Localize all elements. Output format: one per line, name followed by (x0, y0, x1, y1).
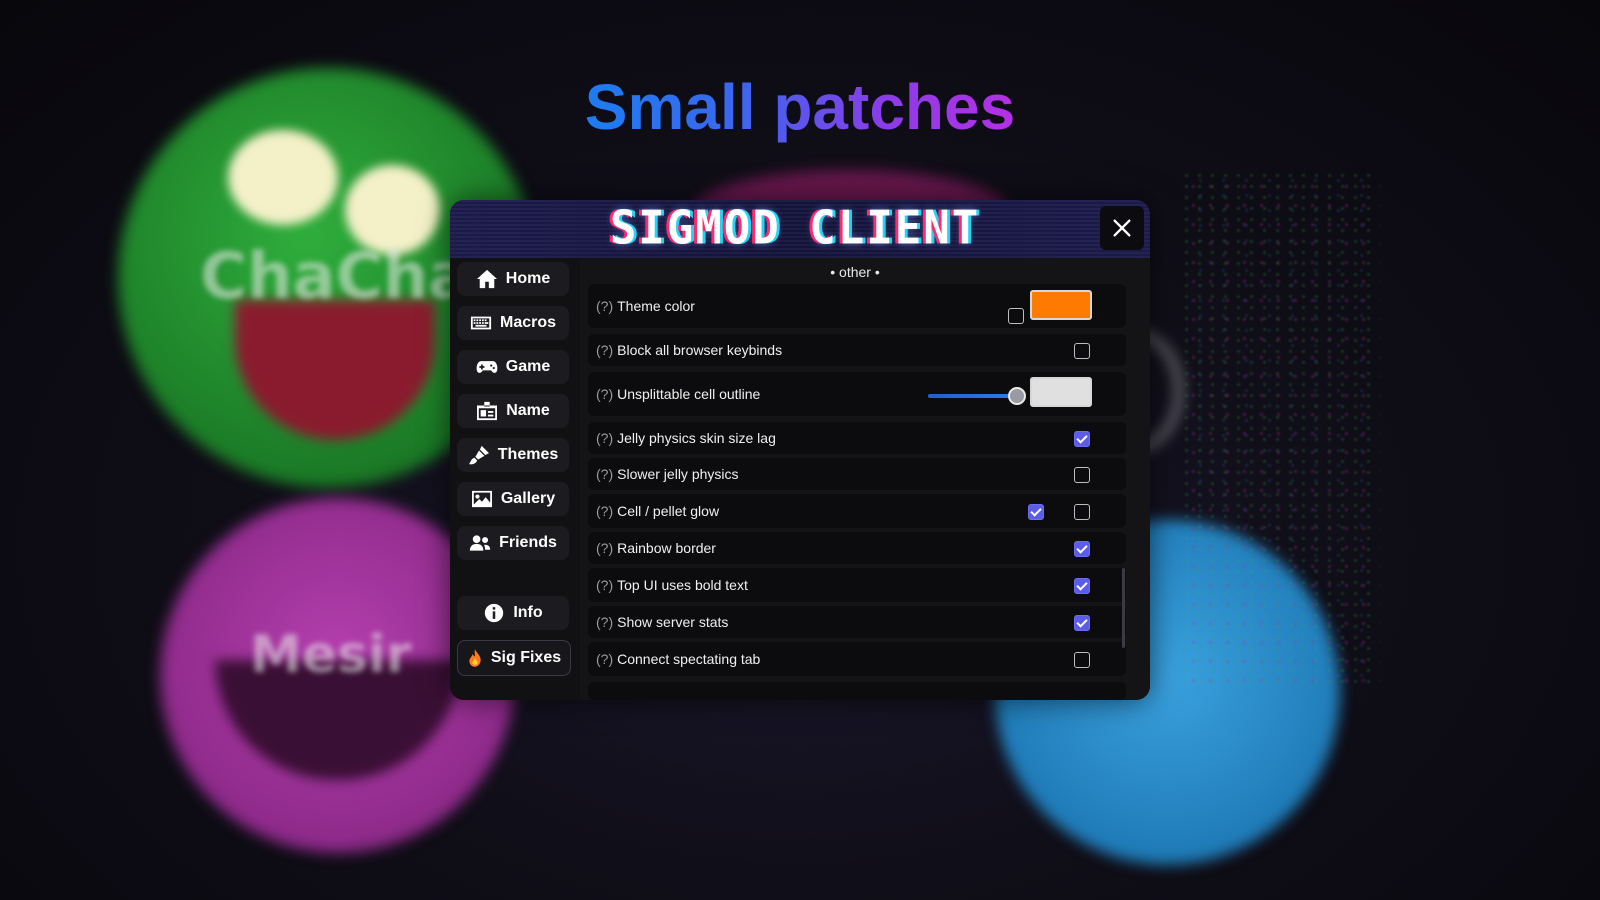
setting-text: Cell / pellet glow (617, 503, 720, 519)
setting-text: Show server stats (617, 614, 729, 630)
setting-label: (?) Block all browser keybinds (596, 334, 782, 366)
help-marker[interactable]: (?) (596, 614, 613, 630)
help-marker[interactable]: (?) (596, 540, 613, 556)
pellet-glow-checkbox[interactable] (1074, 504, 1090, 520)
setting-label: (?) Show server stats (596, 606, 728, 638)
setting-label: (?) Connect spectating tab (596, 642, 760, 676)
setting-label: (?) Cell / pellet glow (596, 494, 719, 528)
server-stats-checkbox[interactable] (1074, 615, 1090, 631)
settings-modal: SIGMOD CLIENT Home Macros Game Name Them… (450, 200, 1150, 700)
block-keybinds-checkbox[interactable] (1074, 343, 1090, 359)
setting-label: (?) Jelly physics skin size lag (596, 422, 776, 454)
id-card-icon (477, 401, 498, 421)
setting-text: Theme color (617, 298, 695, 314)
sidebar-item-macros[interactable]: Macros (457, 306, 569, 340)
page-headline: Small patches (0, 70, 1600, 144)
settings-content: • other • (?) Theme color (?) Block all … (580, 258, 1150, 700)
spectating-tab-checkbox[interactable] (1074, 652, 1090, 668)
setting-row-block-keybinds: (?) Block all browser keybinds (588, 334, 1126, 366)
background-text-top: ChaCha (200, 240, 472, 314)
setting-label: (?) Top UI uses bold text (596, 568, 748, 602)
bold-top-ui-checkbox[interactable] (1074, 578, 1090, 594)
setting-row-cell-glow: (?) Cell / pellet glow (588, 494, 1126, 528)
setting-row-jelly-skin-lag: (?) Jelly physics skin size lag (588, 422, 1126, 454)
slower-jelly-checkbox[interactable] (1074, 467, 1090, 483)
sidebar-item-label: Gallery (500, 490, 556, 507)
help-marker[interactable]: (?) (596, 298, 613, 314)
content-scrollbar[interactable] (1122, 568, 1125, 648)
outline-slider-track[interactable] (928, 394, 1018, 398)
modal-header: SIGMOD CLIENT (450, 200, 1150, 258)
setting-text: Block all browser keybinds (617, 342, 783, 358)
sidebar-item-themes[interactable]: Themes (457, 438, 569, 472)
outline-slider-knob[interactable] (1008, 387, 1026, 405)
pellet-sparkles (1180, 170, 1380, 690)
setting-row-partial (588, 682, 1126, 700)
sidebar-item-game[interactable]: Game (457, 350, 569, 384)
sidebar: Home Macros Game Name Themes Gallery Fri… (450, 258, 580, 700)
help-marker[interactable]: (?) (596, 430, 613, 446)
section-title: • other • (830, 264, 880, 280)
help-marker[interactable]: (?) (596, 651, 613, 667)
help-marker[interactable]: (?) (596, 503, 613, 519)
cell-glow-checkbox[interactable] (1028, 504, 1044, 520)
help-marker[interactable]: (?) (596, 466, 613, 482)
setting-row-spectating-tab: (?) Connect spectating tab (588, 642, 1126, 676)
setting-row-rainbow-border: (?) Rainbow border (588, 532, 1126, 564)
image-icon (471, 490, 492, 508)
gamepad-icon (476, 361, 498, 373)
setting-label: (?) Unsplittable cell outline (596, 372, 760, 416)
sidebar-item-label: Game (505, 358, 551, 375)
setting-text: Slower jelly physics (617, 466, 739, 482)
info-button[interactable]: Info (457, 596, 569, 630)
close-button[interactable] (1100, 206, 1144, 250)
setting-label: (?) Rainbow border (596, 532, 716, 564)
sig-fixes-button[interactable]: Sig Fixes (457, 640, 571, 676)
users-icon (469, 535, 491, 551)
setting-label: (?) Theme color (596, 284, 695, 328)
sidebar-item-label: Friends (499, 534, 557, 551)
keyboard-icon (470, 316, 492, 330)
setting-row-theme-color: (?) Theme color (588, 284, 1126, 328)
background-text-bottom: Mesir (250, 625, 412, 685)
setting-text: Connect spectating tab (617, 651, 761, 667)
sidebar-item-gallery[interactable]: Gallery (457, 482, 569, 516)
help-marker[interactable]: (?) (596, 577, 613, 593)
setting-text: Rainbow border (617, 540, 716, 556)
sidebar-item-label: Themes (497, 446, 559, 463)
help-marker[interactable]: (?) (596, 342, 613, 358)
info-icon (485, 603, 504, 623)
help-marker[interactable]: (?) (596, 386, 613, 402)
sidebar-item-label: Home (505, 270, 551, 287)
setting-row-server-stats: (?) Show server stats (588, 606, 1126, 638)
green-cell-eye-left (228, 130, 338, 225)
sidebar-item-label: Name (506, 402, 550, 419)
headline-text: Small patches (584, 71, 1016, 143)
rainbow-border-checkbox[interactable] (1074, 541, 1090, 557)
jelly-skin-lag-checkbox[interactable] (1074, 431, 1090, 447)
setting-row-slower-jelly: (?) Slower jelly physics (588, 458, 1126, 490)
setting-text: Top UI uses bold text (617, 577, 748, 593)
info-button-label: Info (513, 604, 543, 621)
sidebar-item-home[interactable]: Home (457, 262, 569, 296)
setting-label: (?) Slower jelly physics (596, 458, 739, 490)
paint-brush-icon (468, 445, 489, 465)
sidebar-item-name[interactable]: Name (457, 394, 569, 428)
theme-color-swatch[interactable] (1030, 290, 1092, 320)
sidebar-item-label: Macros (499, 314, 557, 331)
setting-text: Jelly physics skin size lag (617, 430, 776, 446)
setting-row-bold-top-ui: (?) Top UI uses bold text (588, 568, 1126, 602)
home-icon (476, 269, 497, 289)
sidebar-item-friends[interactable]: Friends (457, 526, 569, 560)
close-icon (1113, 219, 1131, 237)
outline-color-swatch[interactable] (1030, 377, 1092, 407)
setting-text: Unsplittable cell outline (617, 386, 761, 402)
setting-row-unsplittable-outline: (?) Unsplittable cell outline (588, 372, 1126, 416)
sig-fixes-label: Sig Fixes (490, 649, 562, 666)
sigmod-logo: SIGMOD CLIENT (609, 201, 981, 256)
fire-icon (469, 649, 481, 667)
theme-color-checkbox[interactable] (1008, 308, 1024, 324)
